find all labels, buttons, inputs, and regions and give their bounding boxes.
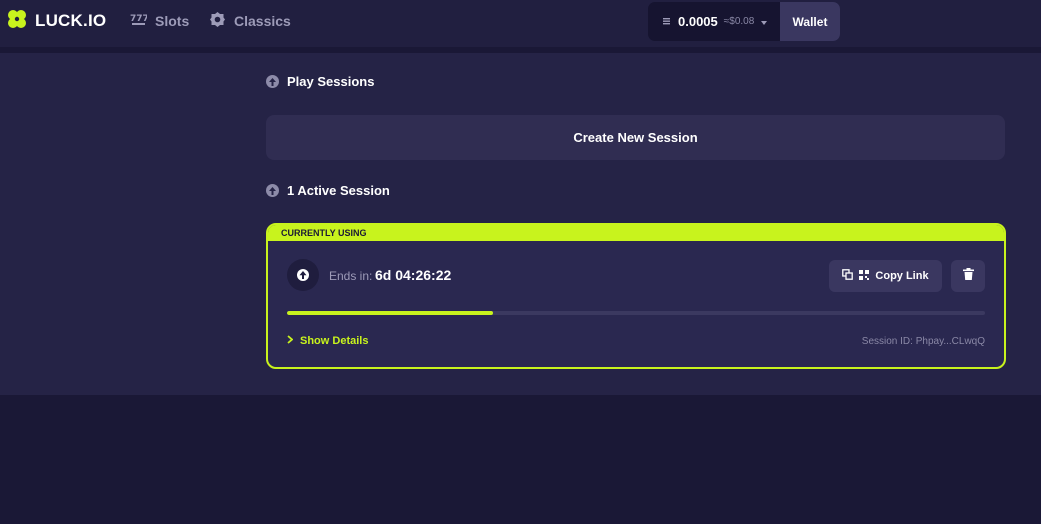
- session-timer-icon: [287, 259, 319, 291]
- svg-text:777: 777: [130, 14, 147, 24]
- active-session-title: 1 Active Session: [287, 183, 390, 198]
- copy-icon: [842, 269, 854, 283]
- coin-stack-icon: [662, 13, 672, 31]
- sessions-panel: Play Sessions Create New Session 1 Activ…: [0, 53, 1041, 395]
- countdown-value: 6d 04:26:22: [375, 267, 452, 283]
- qr-code-icon: [859, 269, 870, 283]
- show-details-label: Show Details: [300, 335, 369, 347]
- show-details-toggle[interactable]: Show Details: [287, 335, 368, 347]
- nav-classics[interactable]: Classics: [209, 11, 291, 31]
- session-progress-bar: [287, 311, 985, 315]
- balance-widget: 0.0005 ≈$0.08 Wallet: [648, 2, 840, 41]
- info-icon: [266, 184, 279, 197]
- copy-link-label: Copy Link: [875, 270, 929, 282]
- logo-text: LUCK.IO: [35, 11, 107, 30]
- balance-amount: 0.0005: [678, 14, 718, 29]
- session-id-text: Session ID: Phpay...CLwqQ: [861, 336, 985, 347]
- chevron-down-icon: [760, 13, 768, 31]
- active-session-card: CURRENTLY USING Ends in: 6d 04:26:22 Cop…: [266, 223, 1006, 369]
- currently-using-badge: CURRENTLY USING: [268, 225, 1004, 241]
- nav-slots-label: Slots: [155, 13, 190, 29]
- balance-selector[interactable]: 0.0005 ≈$0.08: [648, 2, 780, 41]
- slot-machine-icon: 777: [130, 11, 149, 31]
- active-session-heading: 1 Active Session: [266, 183, 390, 198]
- clover-logo-icon: [6, 8, 28, 35]
- chevron-right-icon: [287, 335, 294, 347]
- nav-classics-label: Classics: [234, 13, 291, 29]
- trash-icon: [962, 267, 974, 285]
- gear-icon: [209, 11, 226, 31]
- logo[interactable]: LUCK.IO: [6, 8, 107, 35]
- play-sessions-title: Play Sessions: [287, 74, 375, 89]
- create-new-session-button[interactable]: Create New Session: [266, 115, 1005, 160]
- copy-link-button[interactable]: Copy Link: [829, 260, 942, 292]
- info-icon: [266, 75, 279, 88]
- ends-in-label: Ends in:: [329, 269, 373, 283]
- session-progress-fill: [287, 311, 493, 315]
- delete-session-button[interactable]: [951, 260, 985, 292]
- balance-usd: ≈$0.08: [723, 16, 755, 27]
- top-nav-bar: LUCK.IO 777 Slots Classics 0.0005 ≈$0.08…: [0, 0, 1041, 50]
- nav-slots[interactable]: 777 Slots: [130, 11, 189, 31]
- play-sessions-heading: Play Sessions: [266, 74, 374, 89]
- wallet-button[interactable]: Wallet: [780, 2, 840, 41]
